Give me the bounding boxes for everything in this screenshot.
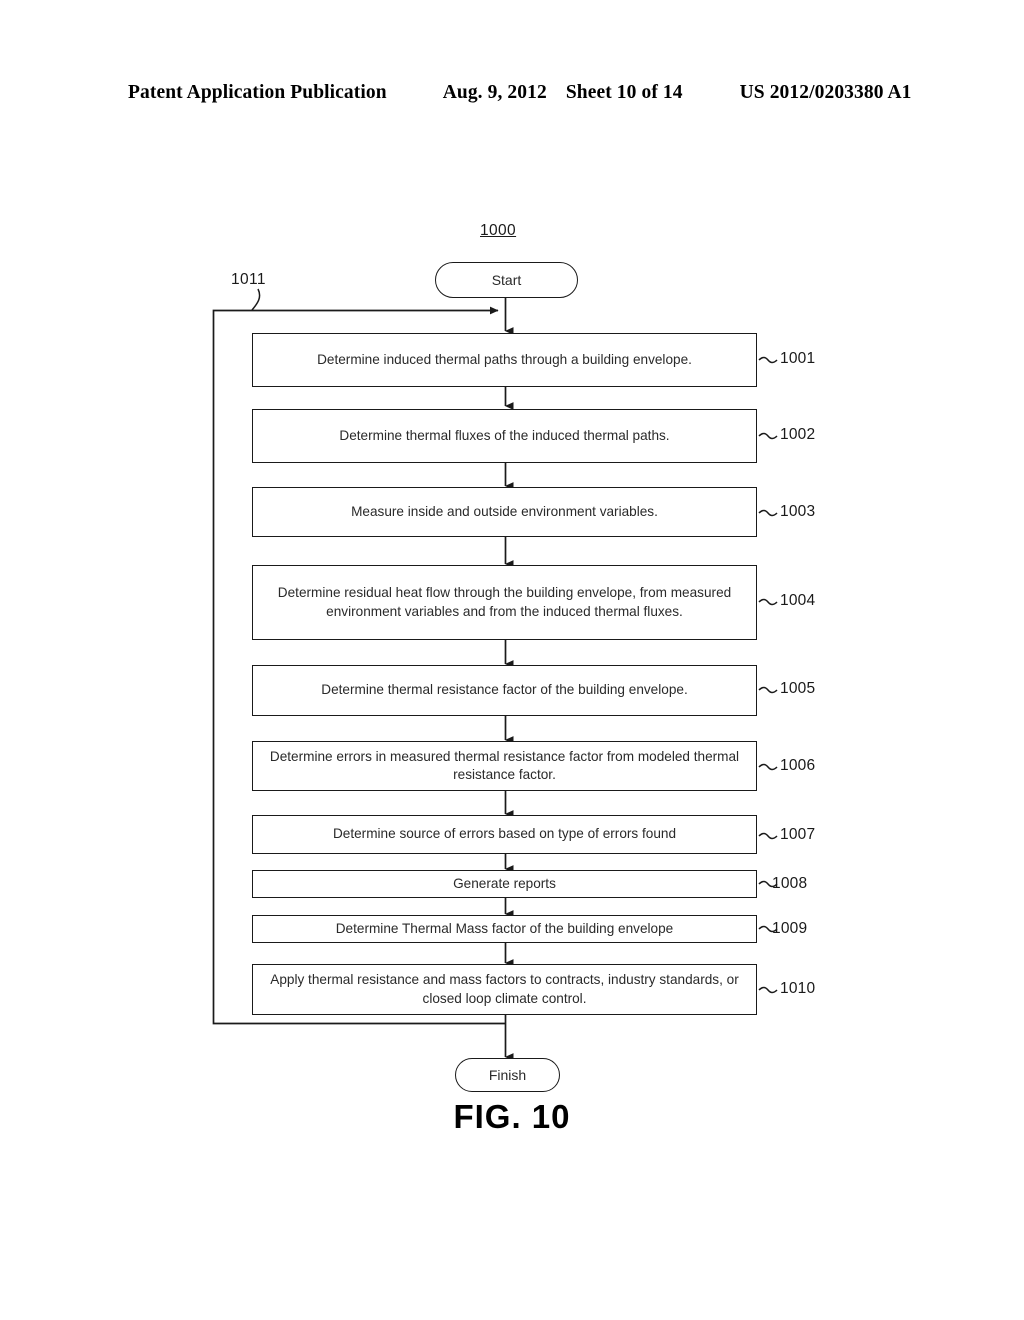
diagram-id-label: 1000 [480, 222, 517, 239]
finish-node-label: Finish [488, 1066, 527, 1083]
reference-number-1001: 1001 [780, 350, 816, 367]
process-node-1002-label: Determine thermal fluxes of the induced … [339, 427, 670, 443]
process-node-1005[interactable]: Determine thermal resistance factor of t… [252, 665, 757, 716]
loop-id-label: 1011 [231, 271, 266, 288]
reference-number-1010: 1010 [780, 980, 816, 997]
figure-caption: FIG. 10 [453, 1098, 571, 1135]
process-node-1010[interactable]: Apply thermal resistance and mass factor… [252, 964, 757, 1015]
reference-number-1007: 1007 [780, 826, 816, 843]
process-node-1010-label: Apply thermal resistance and mass factor… [270, 972, 739, 1006]
process-node-1002[interactable]: Determine thermal fluxes of the induced … [252, 409, 757, 463]
process-node-1009[interactable]: Determine Thermal Mass factor of the bui… [252, 915, 757, 943]
process-node-1006-label: Determine errors in measured thermal res… [269, 748, 740, 782]
reference-number-1003: 1003 [780, 503, 816, 520]
process-node-1008[interactable]: Generate reports [252, 870, 757, 898]
process-node-1003[interactable]: Measure inside and outside environment v… [252, 487, 757, 537]
process-node-1004[interactable]: Determine residual heat flow through the… [252, 565, 757, 640]
process-node-1003-label: Measure inside and outside environment v… [351, 503, 658, 519]
start-node-label: Start [491, 271, 522, 288]
process-node-1004-label: Determine residual heat flow through the… [277, 585, 732, 619]
reference-number-1006: 1006 [780, 757, 816, 774]
process-node-1006[interactable]: Determine errors in measured thermal res… [252, 741, 757, 791]
process-node-1001[interactable]: Determine induced thermal paths through … [252, 333, 757, 387]
process-node-1001-label: Determine induced thermal paths through … [317, 351, 692, 367]
reference-number-1004: 1004 [780, 592, 816, 609]
reference-number-1005: 1005 [780, 680, 816, 697]
finish-node[interactable]: Finish [455, 1058, 560, 1092]
reference-number-1008: 1008 [772, 875, 808, 892]
process-node-1009-label: Determine Thermal Mass factor of the bui… [335, 920, 674, 936]
process-node-1007-label: Determine source of errors based on type… [332, 826, 677, 842]
process-node-1008-label: Generate reports [453, 875, 556, 891]
reference-number-1009: 1009 [772, 920, 808, 937]
process-node-1005-label: Determine thermal resistance factor of t… [321, 682, 688, 698]
process-node-1007[interactable]: Determine source of errors based on type… [252, 815, 757, 854]
reference-number-1002: 1002 [780, 426, 816, 443]
start-node[interactable]: Start [435, 262, 578, 298]
